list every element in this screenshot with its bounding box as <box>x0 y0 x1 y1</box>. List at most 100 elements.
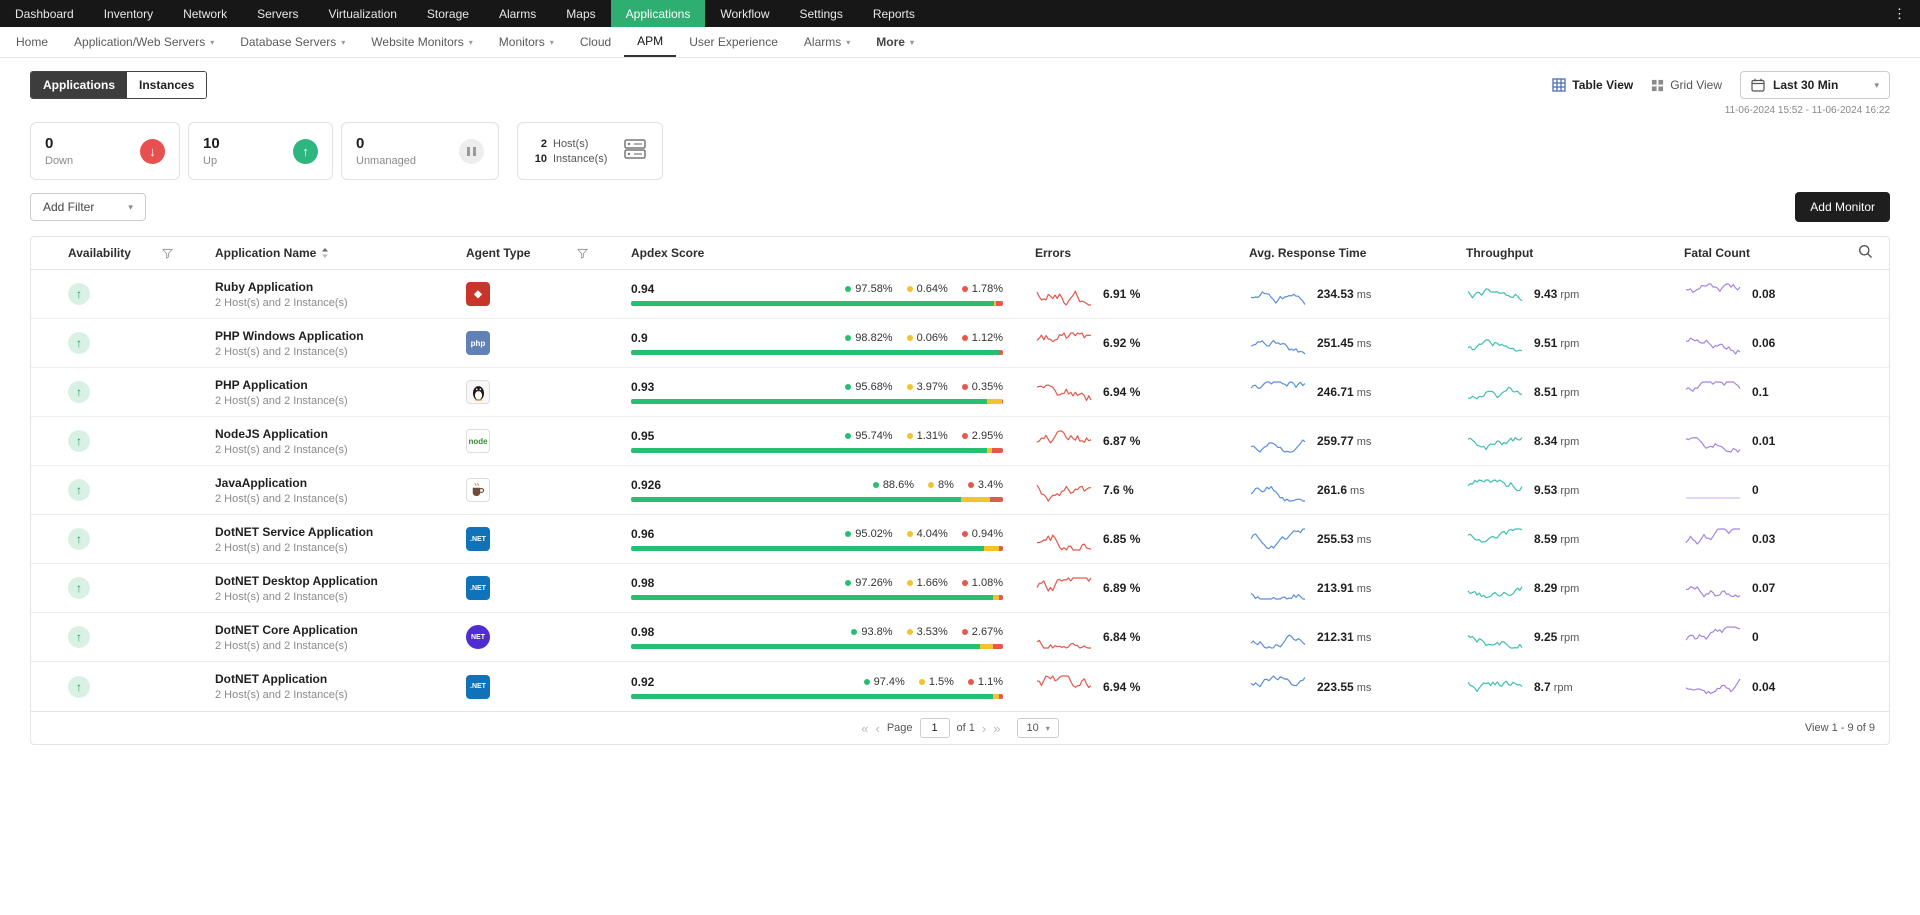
throughput-sparkline <box>1466 526 1524 553</box>
add-monitor-button[interactable]: Add Monitor <box>1795 192 1890 222</box>
col-throughput[interactable]: Throughput <box>1466 246 1533 260</box>
nav-item-applications[interactable]: Applications <box>611 0 706 27</box>
first-page-button[interactable]: « <box>861 722 868 735</box>
tab-website-monitors[interactable]: Website Monitors▾ <box>358 27 486 57</box>
pause-circle-icon <box>459 139 484 164</box>
application-name-link[interactable]: DotNET Core Application <box>215 623 358 637</box>
nav-item-alarms[interactable]: Alarms <box>484 0 551 27</box>
applications-table: Availability Application Name Agent Type… <box>30 236 1890 745</box>
time-range-picker[interactable]: Last 30 Min ▾ <box>1740 71 1890 99</box>
apdex-yellow-dot <box>907 580 913 586</box>
col-application-name[interactable]: Application Name <box>215 246 316 260</box>
filter-funnel-icon[interactable] <box>162 248 173 259</box>
throughput-value: 8.51rpm <box>1534 385 1579 399</box>
apdex-yellow-pct: 1.31% <box>917 430 948 442</box>
nav-item-inventory[interactable]: Inventory <box>89 0 168 27</box>
throughput-value: 8.59rpm <box>1534 532 1579 546</box>
filter-row: Add Filter ▾ Add Monitor <box>0 180 1920 222</box>
tab-cloud[interactable]: Cloud <box>567 27 624 57</box>
throughput-sparkline <box>1466 379 1524 406</box>
add-filter-dropdown[interactable]: Add Filter ▾ <box>30 193 146 221</box>
application-subtitle: 2 Host(s) and 2 Instance(s) <box>215 640 348 652</box>
apdex-red-dot <box>968 482 974 488</box>
application-subtitle: 2 Host(s) and 2 Instance(s) <box>215 542 348 554</box>
last-page-button[interactable]: » <box>993 722 1000 735</box>
table-row[interactable]: ↑ JavaApplication 2 Host(s) and 2 Instan… <box>31 466 1889 515</box>
grid-view-button[interactable]: Grid View <box>1651 78 1722 92</box>
nav-item-network[interactable]: Network <box>168 0 242 27</box>
application-name-link[interactable]: JavaApplication <box>215 476 307 490</box>
apdex-red-dot <box>962 384 968 390</box>
table-row[interactable]: ↑ PHP Application 2 Host(s) and 2 Instan… <box>31 368 1889 417</box>
response-time-value: 259.77ms <box>1317 434 1371 448</box>
application-name-link[interactable]: Ruby Application <box>215 280 313 294</box>
tab-alarms[interactable]: Alarms▾ <box>791 27 863 57</box>
application-name-link[interactable]: PHP Windows Application <box>215 329 364 343</box>
throughput-value: 8.7rpm <box>1534 680 1573 694</box>
throughput-sparkline <box>1466 428 1524 455</box>
apdex-yellow-pct: 0.06% <box>917 332 948 344</box>
tab-home[interactable]: Home <box>3 27 61 57</box>
response-time-sparkline <box>1249 281 1307 308</box>
next-page-button[interactable]: › <box>982 722 986 735</box>
apdex-green-dot <box>845 580 851 586</box>
nav-item-servers[interactable]: Servers <box>242 0 313 27</box>
page-number-input[interactable] <box>920 718 950 738</box>
col-apdex-score[interactable]: Apdex Score <box>631 246 704 260</box>
page-size-select[interactable]: 10 ▾ <box>1017 718 1058 738</box>
apdex-bar <box>631 350 1003 355</box>
nav-item-settings[interactable]: Settings <box>784 0 857 27</box>
nav-item-storage[interactable]: Storage <box>412 0 484 27</box>
tab-more[interactable]: More▾ <box>863 27 927 57</box>
application-name-link[interactable]: DotNET Application <box>215 672 327 686</box>
application-name-link[interactable]: NodeJS Application <box>215 427 328 441</box>
filter-funnel-icon[interactable] <box>577 248 588 259</box>
nav-item-virtualization[interactable]: Virtualization <box>313 0 411 27</box>
availability-up-icon: ↑ <box>68 332 90 354</box>
hosts-stat-card[interactable]: 2Host(s) 10Instance(s) <box>517 122 663 180</box>
sort-icon[interactable] <box>321 247 329 259</box>
nav-item-dashboard[interactable]: Dashboard <box>0 0 89 27</box>
nav-item-reports[interactable]: Reports <box>858 0 930 27</box>
chevron-down-icon: ▾ <box>846 38 850 47</box>
search-icon[interactable] <box>1858 244 1873 262</box>
ruby-agent-icon: ◆ <box>466 282 490 306</box>
tab-apm[interactable]: APM <box>624 27 676 57</box>
nav-item-maps[interactable]: Maps <box>551 0 610 27</box>
prev-page-button[interactable]: ‹ <box>875 722 879 735</box>
unmanaged-stat-card[interactable]: 0 Unmanaged <box>341 122 499 180</box>
table-row[interactable]: ↑ DotNET Application 2 Host(s) and 2 Ins… <box>31 662 1889 711</box>
host-count: 2 <box>532 138 547 150</box>
tab-application-web-servers[interactable]: Application/Web Servers▾ <box>61 27 227 57</box>
col-availability[interactable]: Availability <box>68 246 131 260</box>
tab-monitors[interactable]: Monitors▾ <box>486 27 567 57</box>
tab-database-servers[interactable]: Database Servers▾ <box>227 27 358 57</box>
application-name-link[interactable]: PHP Application <box>215 378 308 392</box>
table-row[interactable]: ↑ PHP Windows Application 2 Host(s) and … <box>31 319 1889 368</box>
nav-item-workflow[interactable]: Workflow <box>705 0 784 27</box>
applications-toggle-button[interactable]: Applications <box>31 72 127 98</box>
down-stat-card[interactable]: 0 Down ↓ <box>30 122 180 180</box>
fatal-count-sparkline <box>1684 624 1742 651</box>
table-row[interactable]: ↑ Ruby Application 2 Host(s) and 2 Insta… <box>31 270 1889 319</box>
table-row[interactable]: ↑ NodeJS Application 2 Host(s) and 2 Ins… <box>31 417 1889 466</box>
up-stat-card[interactable]: 10 Up ↑ <box>188 122 333 180</box>
response-time-sparkline <box>1249 575 1307 602</box>
kebab-menu-icon[interactable]: ⋮ <box>1879 0 1920 27</box>
tab-user-experience[interactable]: User Experience <box>676 27 791 57</box>
table-view-button[interactable]: Table View <box>1552 78 1633 92</box>
table-row[interactable]: ↑ DotNET Service Application 2 Host(s) a… <box>31 515 1889 564</box>
instances-toggle-button[interactable]: Instances <box>127 72 206 98</box>
apdex-green-dot <box>845 531 851 537</box>
errors-value: 6.84 % <box>1103 630 1140 644</box>
col-errors[interactable]: Errors <box>1035 246 1071 260</box>
table-row[interactable]: ↑ DotNET Core Application 2 Host(s) and … <box>31 613 1889 662</box>
col-fatal-count[interactable]: Fatal Count <box>1684 246 1750 260</box>
application-name-link[interactable]: DotNET Service Application <box>215 525 373 539</box>
apdex-red-dot <box>962 335 968 341</box>
table-row[interactable]: ↑ DotNET Desktop Application 2 Host(s) a… <box>31 564 1889 613</box>
application-name-link[interactable]: DotNET Desktop Application <box>215 574 378 588</box>
col-agent-type[interactable]: Agent Type <box>466 246 530 260</box>
col-avg-response-time[interactable]: Avg. Response Time <box>1249 246 1366 260</box>
top-navbar: Dashboard Inventory Network Servers Virt… <box>0 0 1920 27</box>
